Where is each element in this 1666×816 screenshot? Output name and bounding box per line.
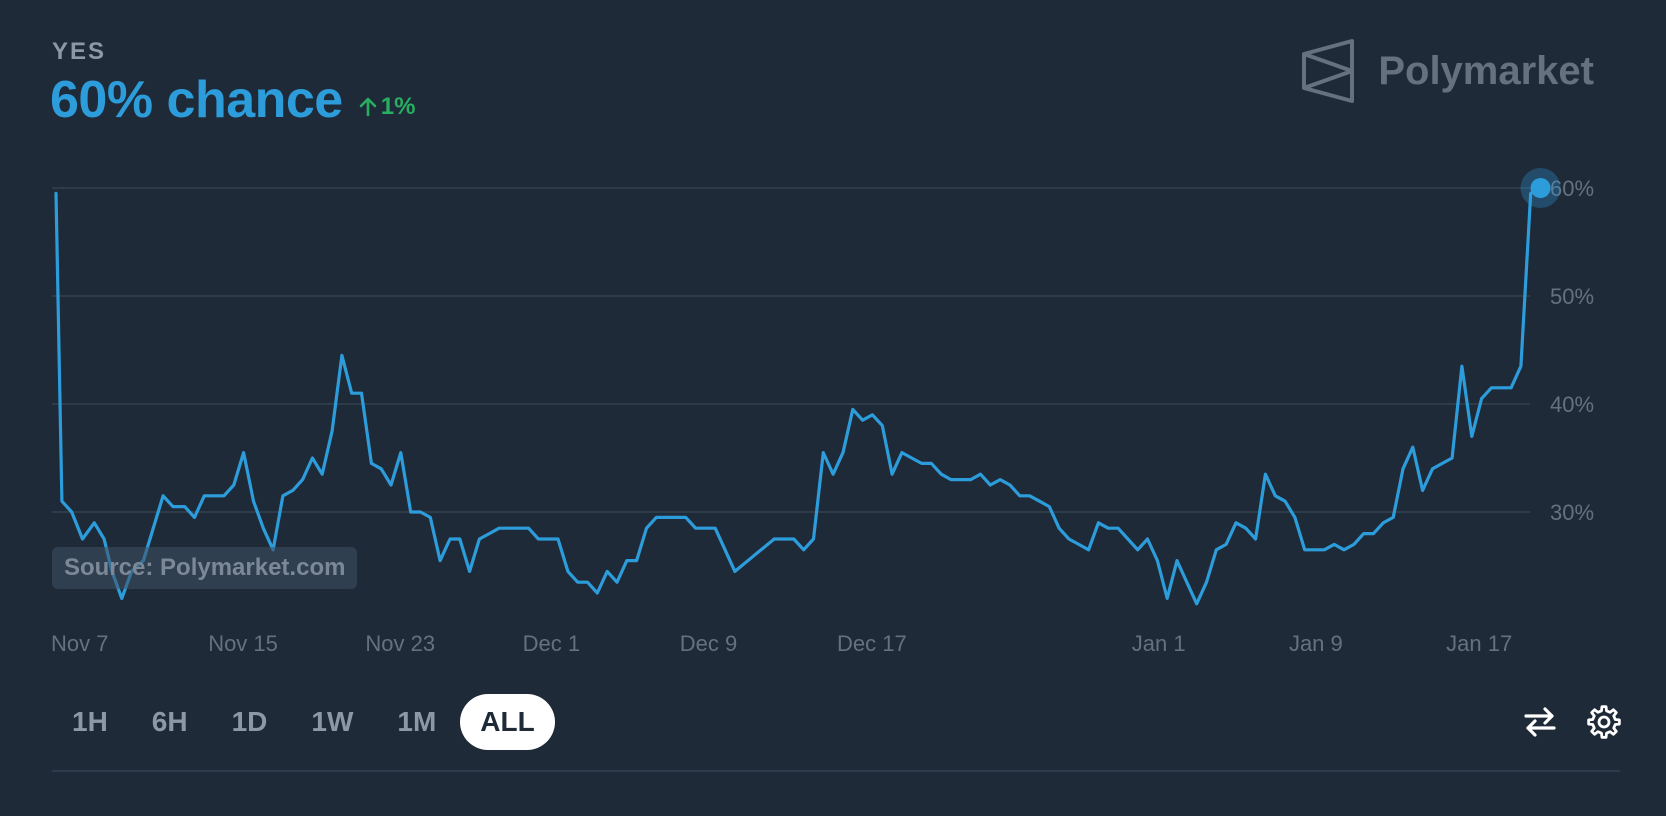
series-line-path bbox=[54, 186, 1543, 606]
x-tick-label: Nov 7 bbox=[51, 631, 108, 656]
settings-button[interactable] bbox=[1582, 700, 1626, 744]
latest-point-marker bbox=[1520, 168, 1561, 208]
latest-point-dot bbox=[1530, 178, 1551, 198]
y-tick-label: 40% bbox=[1550, 392, 1594, 417]
range-button-1h[interactable]: 1H bbox=[52, 694, 128, 750]
x-tick-label: Dec 9 bbox=[680, 631, 737, 656]
swap-arrows-icon bbox=[1524, 707, 1556, 737]
x-tick-label: Dec 17 bbox=[837, 631, 907, 656]
time-range-selector: 1H 6H 1D 1W 1M ALL bbox=[52, 694, 559, 750]
range-button-1m[interactable]: 1M bbox=[377, 694, 456, 750]
grid-lines bbox=[52, 187, 1530, 513]
y-tick-label: 50% bbox=[1550, 284, 1594, 309]
x-tick-label: Jan 1 bbox=[1132, 631, 1186, 656]
price-chart-widget: YES 60% chance 1% Polymarket 30% 40% 50% 60… bbox=[0, 0, 1666, 816]
y-axis-labels: 30%40%50%60% bbox=[1550, 176, 1594, 525]
x-tick-label: Jan 9 bbox=[1289, 631, 1343, 656]
x-tick-label: Dec 1 bbox=[523, 631, 580, 656]
swap-button[interactable] bbox=[1518, 700, 1562, 744]
chart-tools bbox=[1498, 700, 1626, 744]
range-button-6h[interactable]: 6H bbox=[132, 694, 208, 750]
x-tick-label: Nov 23 bbox=[365, 631, 435, 656]
series-line bbox=[54, 186, 1543, 606]
x-tick-label: Jan 17 bbox=[1446, 631, 1512, 656]
range-button-1d[interactable]: 1D bbox=[212, 694, 288, 750]
range-button-all[interactable]: ALL bbox=[460, 694, 555, 750]
bottom-divider bbox=[52, 770, 1620, 772]
gear-icon bbox=[1587, 705, 1621, 739]
x-axis-labels: Nov 7 Nov 15 Nov 23 Dec 1 Dec 9 Dec 17 Jan 1 Ja… bbox=[51, 631, 1512, 656]
y-tick-label: 30% bbox=[1550, 500, 1594, 525]
range-button-1w[interactable]: 1W bbox=[291, 694, 373, 750]
source-badge: Source: Polymarket.com bbox=[52, 547, 358, 589]
x-tick-label: Nov 15 bbox=[208, 631, 278, 656]
